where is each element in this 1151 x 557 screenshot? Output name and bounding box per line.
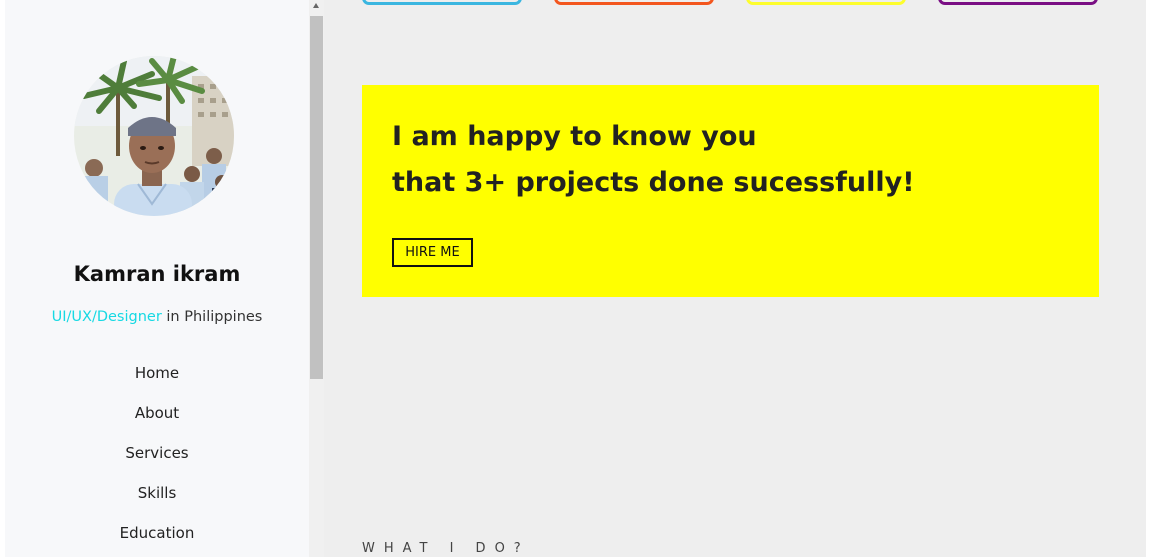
color-card-purple [938,0,1098,5]
sidebar-scrollbar[interactable] [309,0,324,557]
nav-item-education[interactable]: Education [5,522,309,557]
avatar [74,56,234,216]
main-content: I am happy to know you that 3+ projects … [324,0,1146,557]
right-gutter [1146,0,1151,557]
hero-heading-line-2: that 3+ projects done sucessfully! [392,167,915,198]
hero-heading-line-1: I am happy to know you [392,121,757,152]
hire-me-button[interactable]: HIRE ME [392,238,473,267]
scrollbar-thumb[interactable] [310,16,323,379]
color-card-blue [362,0,522,5]
scroll-up-arrow-icon[interactable] [313,3,319,8]
color-card-orange [554,0,714,5]
nav-item-skills[interactable]: Skills [5,482,309,522]
nav-item-about[interactable]: About [5,402,309,442]
profile-name: Kamran ikram [73,262,241,286]
nav-item-services[interactable]: Services [5,442,309,482]
avatar-photo [74,56,234,216]
sidebar: Kamran ikram UI/UX/Designer in Philippin… [5,0,309,557]
profile-location: in Philippines [161,309,263,325]
nav-item-home[interactable]: Home [5,362,309,402]
sidebar-nav: Home About Services Skills Education [5,362,309,557]
profile-role: UI/UX/Designer [51,309,162,325]
color-card-yellow [746,0,906,5]
hero-banner: I am happy to know you that 3+ projects … [362,85,1099,297]
portfolio-app: Kamran ikram UI/UX/Designer in Philippin… [0,0,1151,557]
what-i-do-heading: WHAT I DO? [362,541,530,556]
profile-tagline: UI/UX/Designer in Philippines [5,309,309,325]
